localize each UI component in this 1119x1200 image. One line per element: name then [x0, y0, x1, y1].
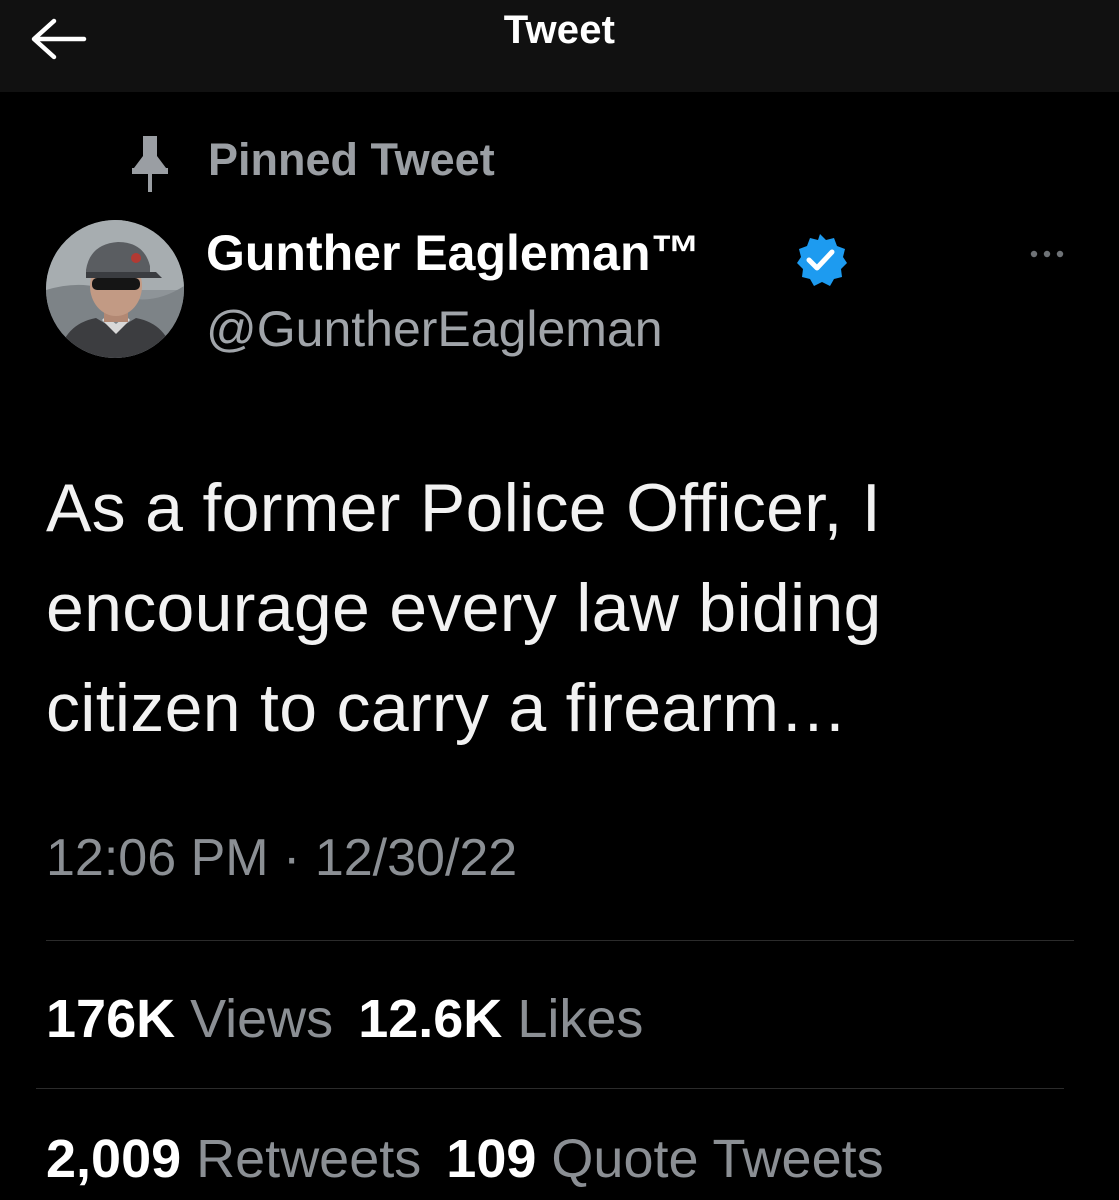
divider — [36, 1088, 1064, 1089]
author-handle[interactable]: @GuntherEagleman — [206, 300, 663, 358]
likes-stat[interactable]: 12.6K Likes — [358, 989, 643, 1049]
tweet-line: citizen to carry a firearm… — [46, 670, 848, 746]
quote-tweets-stat[interactable]: 109 Quote Tweets — [446, 1129, 883, 1189]
quotes-label: Quote Tweets — [551, 1129, 884, 1189]
tweet-text: As a former Police Officer, I encourage … — [46, 458, 1086, 758]
avatar-photo — [46, 220, 184, 358]
tweet-line: encourage every law biding — [46, 570, 882, 646]
retweets-label: Retweets — [196, 1129, 422, 1189]
views-label: Views — [190, 989, 334, 1049]
views-stat[interactable]: 176K Views — [46, 989, 333, 1049]
avatar[interactable] — [46, 220, 184, 358]
tweet-time: 12:06 PM — [46, 829, 269, 887]
tweet-line: As a former Police Officer, I — [46, 470, 882, 546]
retweets-stat[interactable]: 2,009 Retweets — [46, 1129, 421, 1189]
top-bar: Tweet — [0, 0, 1119, 92]
views-count: 176K — [46, 989, 176, 1049]
tweet-detail-screen: Tweet Pinned Tweet Gunther Eagleman™ @Gu… — [0, 0, 1119, 1200]
timestamp-separator: · — [283, 829, 301, 887]
quotes-count: 109 — [446, 1129, 537, 1189]
retweets-count: 2,009 — [46, 1129, 182, 1189]
pinned-label: Pinned Tweet — [208, 134, 495, 185]
verified-badge-icon — [797, 234, 847, 286]
stats-row-views-likes: 176K Views 12.6K Likes — [46, 988, 643, 1050]
pin-icon — [132, 136, 168, 192]
author-display-name[interactable]: Gunther Eagleman™ — [206, 224, 701, 282]
divider — [46, 940, 1074, 941]
tweet-timestamp[interactable]: 12:06 PM · 12/30/22 — [46, 828, 517, 888]
tweet-date: 12/30/22 — [314, 829, 518, 887]
stats-row-retweets-quotes: 2,009 Retweets 109 Quote Tweets — [46, 1128, 884, 1190]
more-icon — [1030, 250, 1064, 258]
page-title: Tweet — [503, 8, 616, 52]
more-options-button[interactable] — [1022, 234, 1072, 274]
likes-label: Likes — [517, 989, 644, 1049]
likes-count: 12.6K — [358, 989, 503, 1049]
